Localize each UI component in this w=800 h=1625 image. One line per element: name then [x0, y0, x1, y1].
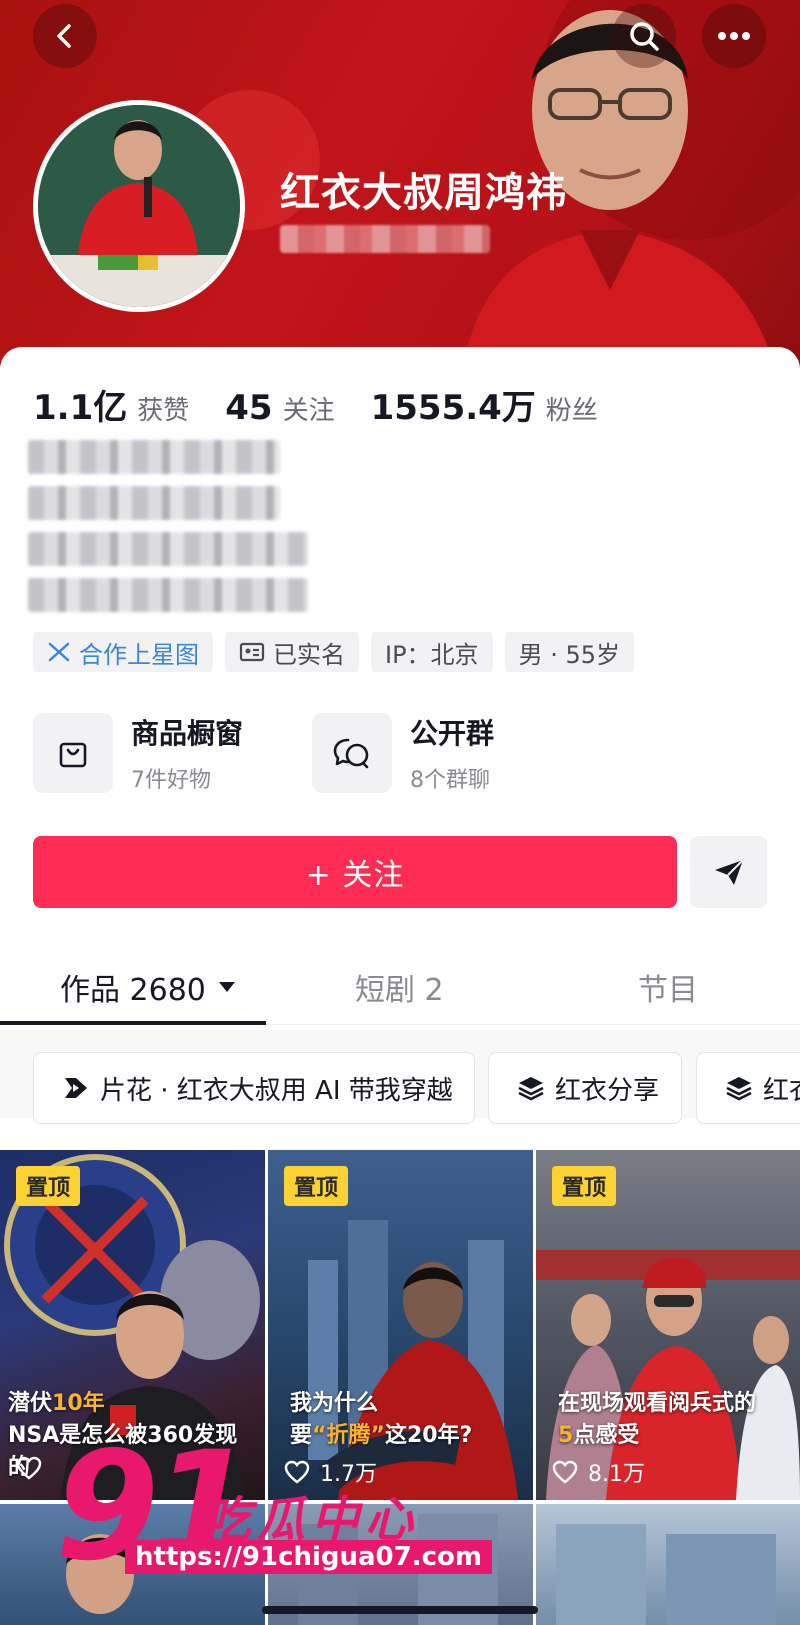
video-thumbnail — [556, 1524, 776, 1625]
back-button[interactable] — [33, 4, 97, 68]
star-map-icon — [48, 642, 70, 662]
shop-window-entry[interactable]: 商品橱窗 7件好物 — [33, 712, 243, 794]
tag-gender-age: 男 · 55岁 — [504, 632, 634, 672]
collection-chip-label: 片花 · 红衣大叔用 AI 带我穿越 — [100, 1075, 453, 1106]
followers-count: 1555.4万 — [370, 388, 536, 428]
stat-likes[interactable]: 1.1亿 获赞 — [33, 380, 189, 429]
watermark-logo: 91 吃瓜中心 https://91chigua07.com — [55, 1420, 492, 1620]
public-group-title: 公开群 — [410, 717, 495, 750]
stat-followers[interactable]: 1555.4万 粉丝 — [371, 380, 598, 429]
stack-icon — [518, 1077, 544, 1101]
caption-text: 我为什么 — [290, 1391, 379, 1416]
caption-text: 在现场观看阅兵式的 — [558, 1391, 757, 1416]
avatar[interactable] — [33, 100, 245, 312]
play-collection-icon — [65, 1078, 87, 1098]
public-group-subtitle: 8个群聊 — [410, 768, 490, 793]
profile-tags: 合作上星图 已实名 IP：北京 男 · 55岁 — [33, 632, 646, 672]
bio-line — [28, 578, 308, 612]
pinned-badge: 置顶 — [284, 1166, 349, 1206]
group-chat-icon — [333, 738, 369, 769]
profile-stats: 1.1亿 获赞 45 关注 1555.4万 粉丝 — [33, 380, 634, 429]
account-id-blurred — [280, 225, 490, 253]
tag-ip-label: IP：北京 — [385, 640, 479, 669]
video-likes — [16, 1456, 52, 1480]
follow-button[interactable]: + 关注 — [33, 836, 677, 908]
more-icon — [718, 32, 750, 40]
pinned-badge: 置顶 — [16, 1166, 81, 1206]
tag-verified[interactable]: 已实名 — [225, 632, 359, 672]
more-button[interactable] — [702, 4, 766, 68]
collection-chips: 片花 · 红衣大叔用 AI 带我穿越 红衣分享 红衣 — [0, 1030, 800, 1124]
share-button[interactable] — [690, 836, 767, 908]
avatar-image — [38, 105, 240, 307]
tag-ip: IP：北京 — [371, 632, 493, 672]
video-tile[interactable] — [536, 1504, 800, 1625]
followers-label: 粉丝 — [545, 396, 598, 426]
watermark-url: https://91chigua07.com — [125, 1540, 492, 1574]
share-send-icon — [714, 859, 744, 885]
bio-line — [28, 532, 308, 566]
collection-chip-label: 红衣 — [763, 1075, 800, 1106]
shop-icon-box — [33, 713, 113, 793]
tag-gender-age-label: 男 · 55岁 — [518, 640, 620, 669]
pinned-badge: 置顶 — [552, 1166, 617, 1206]
stack-icon — [726, 1077, 752, 1101]
active-tab-indicator — [0, 1021, 266, 1025]
tab-program[interactable]: 节目 — [638, 965, 698, 1009]
tag-star-map[interactable]: 合作上星图 — [33, 632, 213, 672]
bio-line — [28, 486, 280, 520]
profile-cover: 红衣大叔周鸿祎 — [0, 0, 800, 380]
following-count: 45 — [225, 388, 273, 428]
video-likes: 8.1万 — [552, 1456, 645, 1488]
tag-verified-label: 已实名 — [273, 640, 345, 669]
stat-following[interactable]: 45 关注 — [225, 388, 334, 428]
heart-icon — [552, 1460, 578, 1484]
home-indicator[interactable] — [262, 1606, 538, 1614]
caption-highlight: 5 — [558, 1423, 574, 1448]
shop-window-subtitle: 7件好物 — [131, 768, 211, 793]
tab-works[interactable]: 作品 2680 — [60, 965, 236, 1009]
id-card-icon — [239, 642, 265, 662]
likes-count: 8.1万 — [588, 1462, 645, 1487]
collection-chip[interactable]: 红衣 — [696, 1052, 800, 1124]
bio-blurred — [28, 440, 328, 624]
caption-highlight: 10年 — [52, 1391, 105, 1416]
profile-nickname: 红衣大叔周鸿祎 — [280, 170, 567, 216]
collection-chip[interactable]: 红衣分享 — [488, 1052, 682, 1124]
shop-window-title: 商品橱窗 — [131, 717, 244, 750]
following-label: 关注 — [282, 396, 335, 426]
heart-icon — [16, 1456, 42, 1480]
collection-chip-label: 红衣分享 — [555, 1075, 660, 1106]
caption-text: 点感受 — [573, 1423, 640, 1448]
collection-chip[interactable]: 片花 · 红衣大叔用 AI 带我穿越 — [33, 1052, 475, 1124]
group-icon-box — [312, 713, 392, 793]
shopping-bag-icon — [59, 742, 87, 768]
caption-text: 潜伏 — [8, 1391, 53, 1416]
content-tabs: 作品 2680 短剧 2 节目 — [0, 955, 800, 1025]
back-icon — [57, 24, 71, 48]
likes-label: 获赞 — [137, 396, 190, 426]
video-tile[interactable]: 置顶 在现场观看阅兵式的 5点感受 8.1万 — [536, 1150, 800, 1500]
tab-works-label: 作品 2680 — [60, 973, 206, 1008]
search-icon — [630, 22, 659, 51]
public-group-entry[interactable]: 公开群 8个群聊 — [312, 712, 494, 794]
caret-down-icon — [218, 982, 235, 992]
tag-star-map-label: 合作上星图 — [79, 640, 199, 669]
video-caption: 在现场观看阅兵式的 5点感受 — [558, 1388, 792, 1452]
likes-count: 1.1亿 — [33, 388, 128, 428]
search-button[interactable] — [612, 4, 676, 68]
tab-drama[interactable]: 短剧 2 — [355, 965, 444, 1009]
bio-line — [28, 440, 280, 474]
